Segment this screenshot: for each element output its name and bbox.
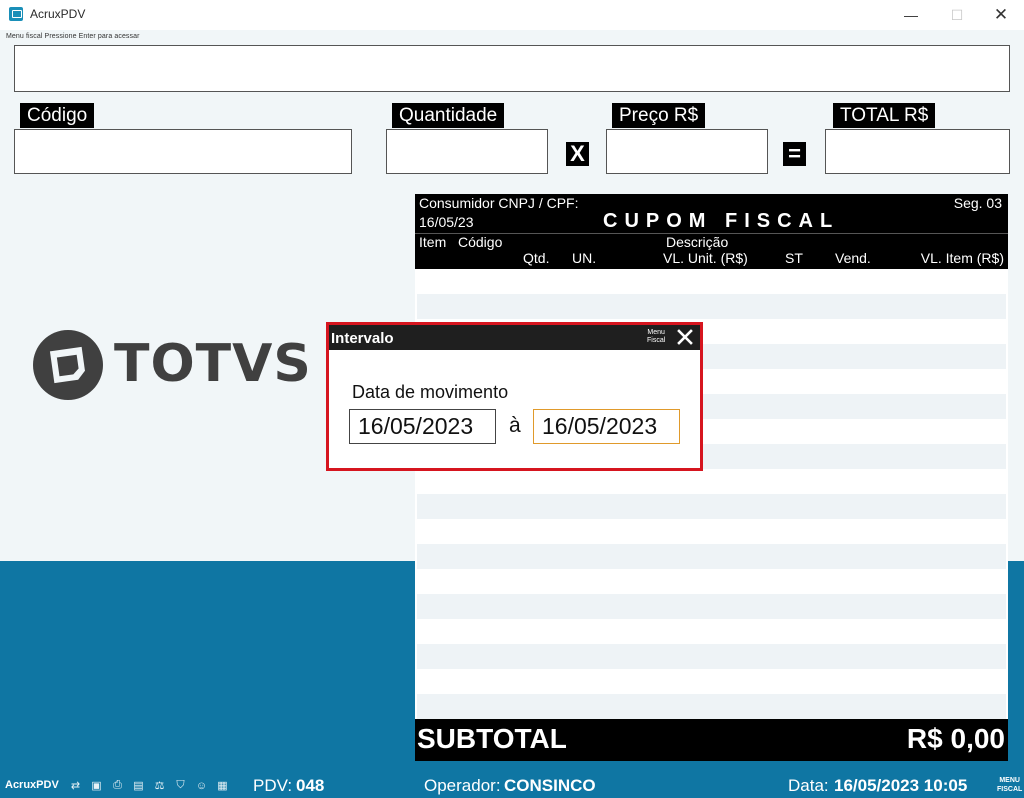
date-to-input[interactable]	[533, 409, 680, 444]
cupom-row	[417, 569, 1006, 594]
total-input[interactable]	[825, 129, 1010, 174]
network-icon: ⇄	[70, 780, 81, 792]
col-st: ST	[785, 250, 803, 266]
dialog-menu-fiscal[interactable]: Menu Fiscal	[647, 329, 665, 345]
col-vl-unit: VL. Unit. (R$)	[663, 250, 748, 266]
col-un: UN.	[572, 250, 597, 266]
col-qtd: Qtd.	[523, 250, 550, 266]
cupom-date: 16/05/23	[419, 214, 474, 230]
close-icon[interactable]	[676, 328, 694, 346]
col-vl-item: VL. Item (R$)	[920, 250, 1004, 266]
cupom-header: Consumidor CNPJ / CPF: Seg. 03 16/05/23 …	[415, 194, 1008, 269]
logo-text: TOTVS VAREJO	[114, 334, 352, 394]
col-vend: Vend.	[835, 250, 871, 266]
operador-label: Operador:	[424, 776, 501, 795]
cupom-row	[417, 494, 1006, 519]
equals-sign: =	[783, 142, 806, 166]
preco-input[interactable]	[606, 129, 768, 174]
keyboard-icon: ▦	[217, 780, 228, 792]
date-separator: à	[509, 414, 521, 437]
col-descricao: Descrição	[666, 234, 729, 250]
title-bar: AcruxPDV — ☐ ✕	[0, 0, 1024, 30]
shield-icon: ⛉	[176, 779, 185, 791]
cupom-row	[417, 294, 1006, 319]
codigo-label: Código	[20, 103, 95, 128]
close-window-button[interactable]: ✕	[978, 0, 1024, 30]
times-sign: X	[566, 142, 589, 166]
app-icon	[9, 7, 23, 21]
quantidade-label: Quantidade	[392, 103, 505, 128]
codigo-input[interactable]	[14, 129, 352, 174]
cupom-row	[417, 519, 1006, 544]
product-description-display[interactable]	[14, 45, 1010, 92]
cupom-row	[417, 669, 1006, 694]
dialog-title: Intervalo	[331, 330, 394, 347]
dialog-menu-line2: Fiscal	[647, 337, 666, 344]
user-icon: ☺	[195, 779, 208, 792]
dialog-title-bar: Intervalo Menu Fiscal	[329, 325, 700, 350]
menu-fiscal-hint: Menu fiscal Pressione Enter para acessar	[6, 33, 140, 40]
data-label: Data:	[788, 776, 829, 795]
seg-label: Seg. 03	[953, 195, 1002, 211]
total-label: TOTAL R$	[833, 103, 936, 128]
date-from-input[interactable]	[349, 409, 496, 444]
subtotal-bar: SUBTOTAL R$ 0,00	[415, 719, 1008, 761]
totvs-logo: TOTVS VAREJO	[32, 328, 352, 403]
intervalo-dialog: Intervalo Menu Fiscal Data de movimento …	[326, 322, 703, 471]
cupom-row	[417, 594, 1006, 619]
consumidor-label: Consumidor CNPJ / CPF:	[419, 195, 579, 211]
card-reader-icon: ▤	[133, 780, 144, 792]
monitor-icon: ▣	[91, 780, 102, 792]
dialog-menu-line1: Menu	[647, 329, 665, 336]
cupom-fiscal-panel: Consumidor CNPJ / CPF: Seg. 03 16/05/23 …	[415, 194, 1008, 761]
operador-value: CONSINCO	[504, 776, 596, 795]
cupom-row	[417, 469, 1006, 494]
data-movimento-label: Data de movimento	[352, 382, 509, 402]
preco-label: Preço R$	[612, 103, 706, 128]
pdv-label: PDV:	[253, 776, 293, 795]
status-app-name: AcruxPDV	[5, 779, 59, 791]
status-icons: ⇄ ▣ ⎙ ▤ ⚖ ⛉ ☺ ▦	[67, 778, 231, 793]
minimize-button[interactable]: —	[888, 0, 934, 30]
cupom-row	[417, 269, 1006, 294]
status-menu-fiscal[interactable]: MENU FISCAL	[997, 776, 1022, 794]
window-title: AcruxPDV	[30, 7, 86, 21]
cupom-row	[417, 544, 1006, 569]
quantidade-input[interactable]	[386, 129, 548, 174]
printer-icon: ⎙	[113, 779, 122, 791]
status-menu-line1: MENU	[999, 777, 1020, 784]
data-value: 16/05/2023 10:05	[834, 776, 968, 795]
cupom-row	[417, 694, 1006, 719]
maximize-button[interactable]: ☐	[934, 0, 980, 30]
col-item: Item	[419, 234, 447, 250]
status-bar: AcruxPDV ⇄ ▣ ⎙ ▤ ⚖ ⛉ ☺ ▦ PDV: 048 Operad…	[0, 773, 1024, 798]
subtotal-value: R$ 0,00	[906, 723, 1005, 754]
cupom-row	[417, 619, 1006, 644]
cupom-title: CUPOM FISCAL	[603, 210, 840, 232]
status-menu-line2: FISCAL	[997, 786, 1023, 793]
subtotal-label: SUBTOTAL	[417, 723, 567, 754]
totvs-logo-icon	[33, 330, 103, 400]
pdv-value: 048	[296, 776, 325, 795]
cupom-row	[417, 644, 1006, 669]
scale-icon: ⚖	[154, 780, 165, 792]
col-codigo: Código	[458, 234, 503, 250]
